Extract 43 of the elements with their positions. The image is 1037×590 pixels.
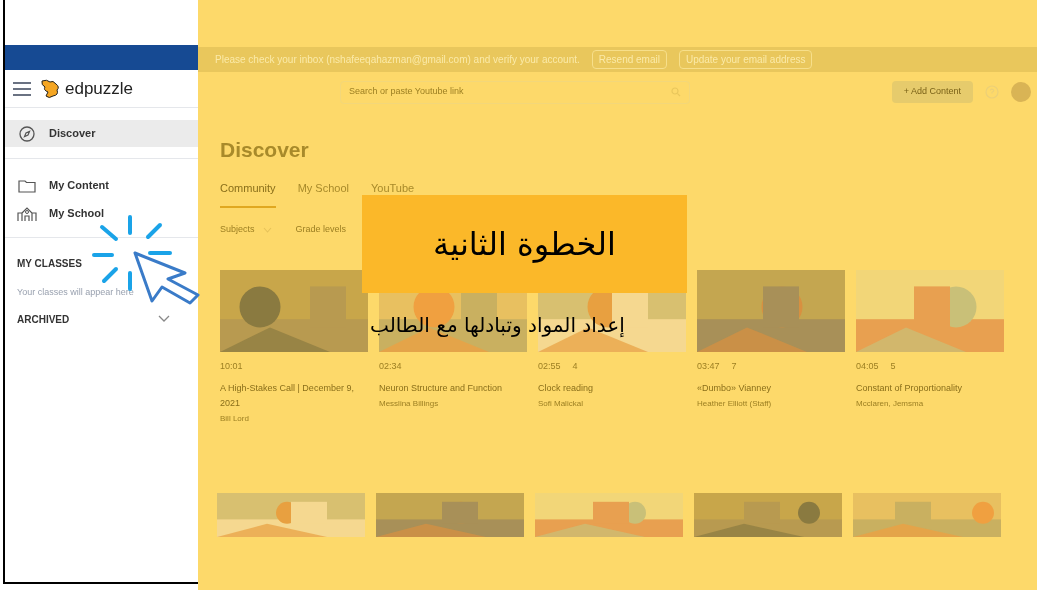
video-author: Sofi Malickal (538, 398, 584, 410)
video-duration: 02:34 (379, 359, 402, 373)
add-content-button[interactable]: + Add Content (891, 81, 973, 103)
tab[interactable]: My School (297, 179, 349, 196)
filter-dropdown[interactable]: Grade levels (295, 222, 347, 237)
search-field[interactable]: Search or paste Youtube link (340, 80, 690, 104)
step-title: الخطوة الثانية (433, 224, 616, 265)
chevron-icon (158, 315, 170, 323)
menu-icon[interactable] (13, 81, 31, 96)
video-author: Messlina Billings (379, 398, 440, 410)
avatar-icon[interactable] (1011, 82, 1031, 102)
question-count: 5 (890, 359, 896, 373)
question-count: 7 (731, 359, 737, 373)
video-title[interactable]: A High-Stakes Call | December 9, 2021 (220, 381, 368, 411)
video-author: Bill Lord (220, 413, 250, 425)
archived-toggle[interactable]: ARCHIVED (17, 311, 186, 327)
video-title[interactable]: Neuron Structure and Function (379, 381, 527, 396)
step-subtitle: إعداد المواد وتبادلها مع الطالب (370, 312, 625, 339)
video-duration: 03:47 (697, 359, 720, 373)
school-icon (17, 205, 37, 222)
banner-message: Please check your inbox (nshafeeqahazman@gmail.com) and verify your account. (215, 53, 580, 67)
sidebar-item[interactable]: My Content (5, 172, 198, 199)
sidebar-item[interactable]: Discover (5, 120, 198, 147)
video-author: Mcclaren, Jemsma (856, 398, 925, 410)
filter-dropdown[interactable]: Subjects (220, 222, 272, 237)
empty-message: Your classes will appear here (17, 286, 135, 299)
video-title[interactable]: Constant of Proportionality (856, 381, 1004, 396)
compass-icon (17, 125, 37, 142)
video-author: Heather Elliott (Staff) (697, 398, 773, 410)
tab[interactable]: Community (220, 179, 276, 208)
video-duration: 10:01 (220, 359, 243, 373)
page-title: Discover (220, 137, 310, 163)
tab[interactable]: YouTube (371, 179, 415, 196)
logo-text: edpuzzle (65, 77, 134, 100)
video-title[interactable]: Clock reading (538, 381, 686, 396)
logo-icon (39, 77, 61, 100)
section-heading: MY CLASSES (17, 257, 83, 271)
video-duration: 02:55 (538, 359, 561, 373)
video-title[interactable]: «Dumbo» Vianney (697, 381, 845, 396)
folder-icon (17, 178, 37, 193)
question-count: 4 (572, 359, 578, 373)
sidebar-item[interactable]: My School (5, 200, 198, 227)
video-duration: 04:05 (856, 359, 879, 373)
